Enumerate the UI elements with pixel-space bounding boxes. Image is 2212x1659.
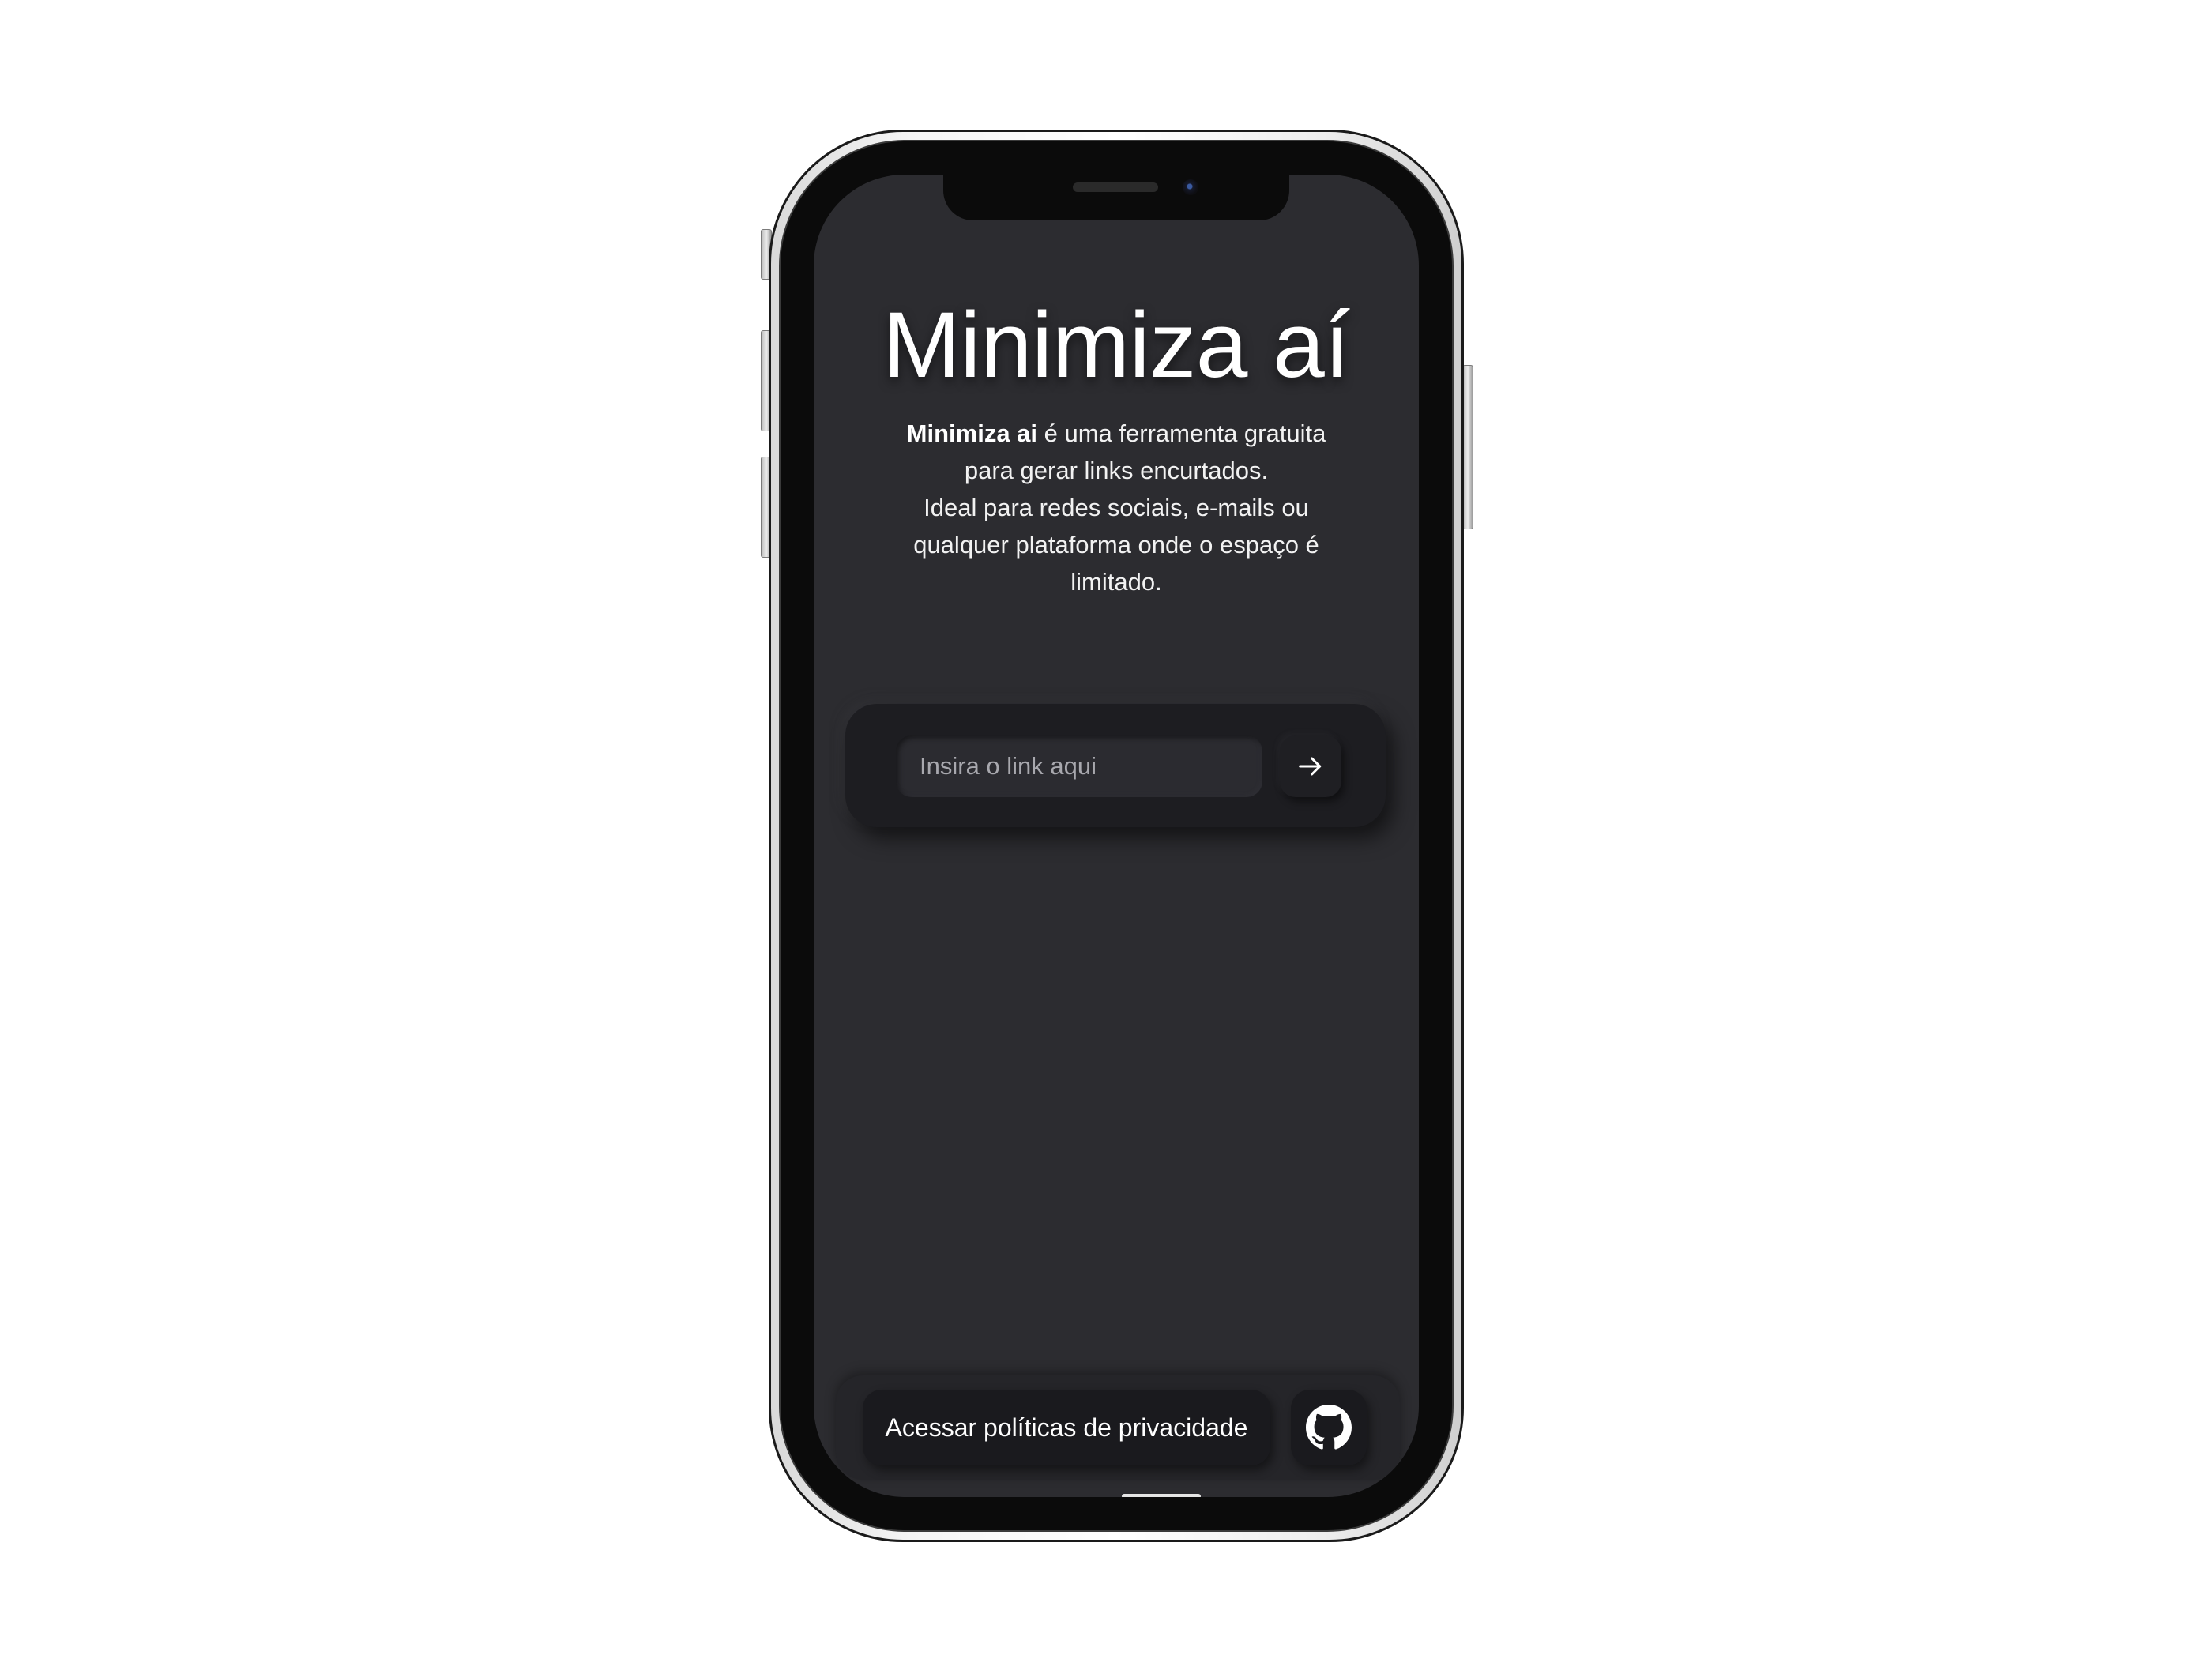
phone-screen: Minimiza aí Minimiza ai é uma ferramenta… <box>814 175 1419 1497</box>
front-camera-icon <box>1183 179 1198 195</box>
privacy-policy-button[interactable]: Acessar políticas de privacidade <box>863 1390 1270 1465</box>
home-indicator <box>1122 1494 1201 1497</box>
phone-frame: Minimiza aí Minimiza ai é uma ferramenta… <box>769 130 1464 1542</box>
page-title: Minimiza aí <box>882 293 1350 397</box>
github-icon <box>1306 1405 1352 1450</box>
brand-name: Minimiza ai <box>906 419 1038 447</box>
arrow-right-icon <box>1299 757 1322 776</box>
github-button[interactable] <box>1291 1390 1367 1465</box>
shorten-form <box>845 704 1386 827</box>
link-input[interactable] <box>896 735 1262 797</box>
app-description: Minimiza ai é uma ferramenta gratuita pa… <box>901 415 1332 600</box>
notch <box>943 175 1289 220</box>
speaker-grille <box>1073 182 1158 192</box>
power-button <box>1462 365 1473 529</box>
submit-button[interactable] <box>1280 735 1341 797</box>
description-line-2: Ideal para redes sociais, e-mails ou qua… <box>913 494 1319 596</box>
footer-bar: Acessar políticas de privacidade <box>836 1375 1400 1480</box>
